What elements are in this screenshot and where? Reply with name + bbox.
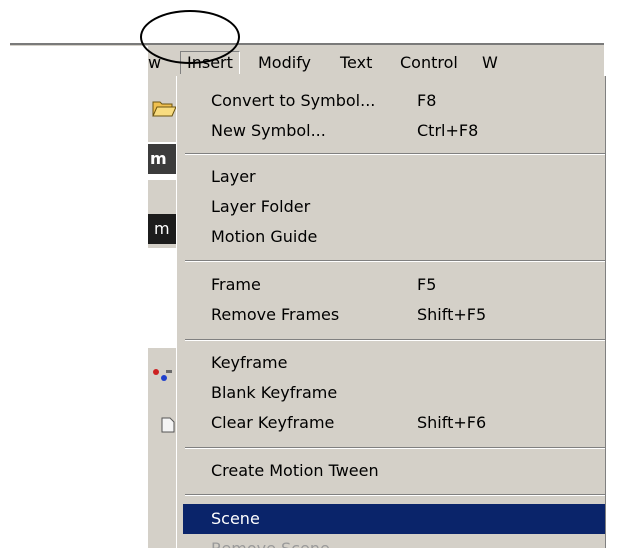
menu-item-label: New Symbol... (211, 121, 326, 140)
app-left-panel: m m (148, 76, 178, 548)
menu-modify[interactable]: Modify (258, 52, 311, 74)
menu-item-label: Clear Keyframe (211, 413, 335, 432)
menu-item-layer-folder[interactable]: Layer Folder (183, 192, 605, 222)
menu-item-label: Remove Scene (211, 534, 330, 548)
panel-label-1: m (148, 144, 178, 174)
menu-item-layer[interactable]: Layer (183, 162, 605, 192)
menu-item-label: Layer Folder (211, 197, 311, 216)
tools-icon[interactable] (150, 366, 174, 384)
menu-item-frame[interactable]: Frame F5 (183, 270, 605, 300)
menu-item-label: Keyframe (211, 353, 288, 372)
panel-label-2: m (148, 214, 178, 244)
menu-separator (185, 494, 605, 496)
menu-separator (185, 339, 605, 341)
menu-item-label: Layer (211, 167, 256, 186)
document-icon[interactable] (160, 416, 176, 434)
menu-item-label: Frame (211, 275, 261, 294)
folder-open-icon[interactable] (151, 98, 177, 118)
menu-item-shortcut: F8 (417, 91, 437, 110)
menu-item-label: Blank Keyframe (211, 383, 338, 402)
menu-separator (185, 260, 605, 262)
annotation-circle (140, 10, 240, 64)
menu-item-remove-scene: Remove Scene (183, 534, 605, 548)
menu-separator (185, 447, 605, 449)
menu-window[interactable]: W (482, 52, 498, 74)
menu-item-clear-keyframe[interactable]: Clear Keyframe Shift+F6 (183, 408, 605, 438)
menu-item-scene[interactable]: Scene (183, 504, 605, 534)
menu-item-shortcut: Shift+F5 (417, 305, 487, 324)
insert-menu-dropdown: Convert to Symbol... F8 New Symbol... Ct… (176, 76, 605, 548)
menu-item-shortcut: Ctrl+F8 (417, 121, 479, 140)
menu-item-label: Scene (211, 509, 260, 528)
menu-item-label: Remove Frames (211, 305, 340, 324)
menu-item-create-motion-tween[interactable]: Create Motion Tween (183, 456, 605, 486)
menu-item-label: Motion Guide (211, 227, 318, 246)
menu-text[interactable]: Text (340, 52, 372, 74)
panel-white-area (148, 248, 178, 348)
menu-item-convert-to-symbol[interactable]: Convert to Symbol... F8 (183, 86, 605, 116)
screenshot-crop: w Insert Modify Text Control W m m Conve… (0, 0, 621, 548)
menu-item-keyframe[interactable]: Keyframe (183, 348, 605, 378)
menu-item-label: Convert to Symbol... (211, 91, 376, 110)
menu-separator (185, 153, 605, 155)
menu-item-remove-frames[interactable]: Remove Frames Shift+F5 (183, 300, 605, 330)
menu-item-new-symbol[interactable]: New Symbol... Ctrl+F8 (183, 116, 605, 146)
menu-item-motion-guide[interactable]: Motion Guide (183, 222, 605, 252)
menu-item-label: Create Motion Tween (211, 461, 379, 480)
menu-item-blank-keyframe[interactable]: Blank Keyframe (183, 378, 605, 408)
menu-item-shortcut: Shift+F6 (417, 413, 487, 432)
menu-control[interactable]: Control (400, 52, 458, 74)
menu-item-shortcut: F5 (417, 275, 437, 294)
